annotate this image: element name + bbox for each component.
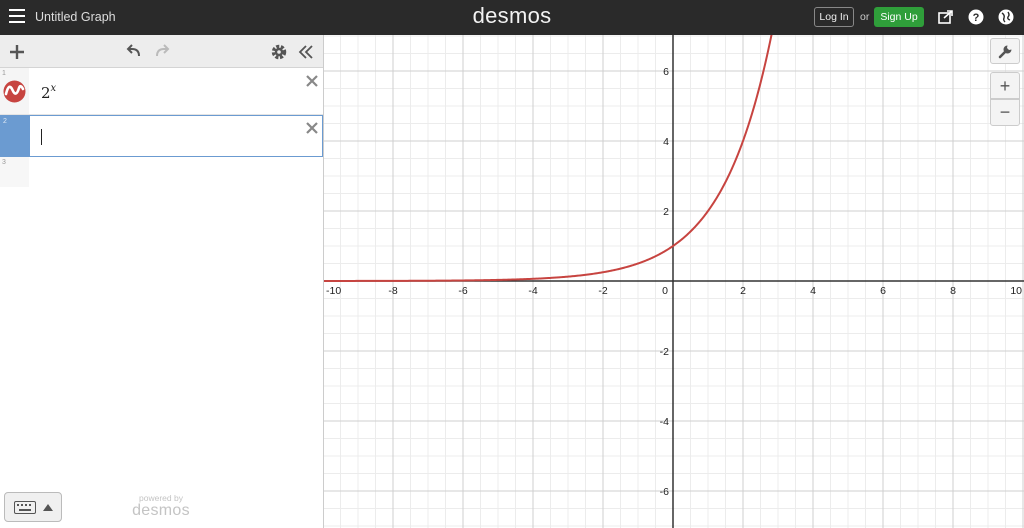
hamburger-menu-icon[interactable] <box>9 9 25 25</box>
settings-gear-icon[interactable] <box>269 42 289 62</box>
y-tick-label: -2 <box>660 346 669 358</box>
x-tick-label: 4 <box>810 285 816 297</box>
y-tick-label: -6 <box>660 486 669 498</box>
expression-input[interactable]: 2x <box>41 83 56 102</box>
y-tick-label: 2 <box>663 206 669 218</box>
zoom-out-button[interactable]: − <box>990 99 1020 126</box>
expression-exponent: x <box>50 83 57 94</box>
share-icon[interactable] <box>937 8 955 26</box>
powered-by-desmos[interactable]: powered by desmos <box>118 493 204 520</box>
x-tick-label: -2 <box>598 285 607 297</box>
expression-gutter: 1 <box>0 68 29 114</box>
keyboard-icon <box>14 501 36 514</box>
caret-up-icon <box>43 504 53 511</box>
graph-paper[interactable]: -10 -8 -6 -4 -2 0 2 4 6 8 10 6 4 2 -2 -4 -6 <box>324 35 1024 528</box>
graph-color-toggle-icon[interactable] <box>3 80 26 103</box>
top-bar: Untitled Graph desmos Log In or Sign Up … <box>0 0 1024 35</box>
add-item-icon[interactable] <box>7 42 27 62</box>
expression-row-1[interactable]: 1 2x <box>0 68 323 115</box>
wrench-icon <box>998 45 1012 59</box>
sign-up-button[interactable]: Sign Up <box>874 7 924 27</box>
expression-base: 2 <box>41 84 51 102</box>
help-icon[interactable]: ? <box>967 8 985 26</box>
redo-icon[interactable] <box>152 42 172 62</box>
x-tick-label: -6 <box>458 285 467 297</box>
y-tick-label: -4 <box>660 416 669 428</box>
expression-gutter: 2 <box>1 116 30 156</box>
graph-title[interactable]: Untitled Graph <box>35 10 116 24</box>
powered-by-logo: desmos <box>132 502 190 519</box>
text-cursor[interactable] <box>41 129 42 145</box>
expression-number: 1 <box>2 70 6 77</box>
x-tick-label: -4 <box>528 285 537 297</box>
expression-toolbar <box>0 35 323 68</box>
keyboard-toggle-button[interactable] <box>4 492 62 522</box>
expression-row-2[interactable]: 2 <box>0 115 323 157</box>
x-tick-label: 6 <box>880 285 886 297</box>
expression-row-3[interactable]: 3 <box>0 157 323 187</box>
desmos-logo: desmos <box>472 3 552 28</box>
zoom-out-icon: − <box>999 102 1011 122</box>
expression-panel: 1 2x 2 3 powered by desmos <box>0 35 324 528</box>
x-tick-label: 10 <box>1010 285 1022 297</box>
x-tick-label: 0 <box>662 285 668 297</box>
or-label: or <box>860 11 870 23</box>
svg-text:?: ? <box>973 12 980 24</box>
zoom-in-button[interactable]: + <box>990 72 1020 99</box>
collapse-panel-icon[interactable] <box>296 42 316 62</box>
undo-icon[interactable] <box>124 42 144 62</box>
expression-gutter: 3 <box>0 157 29 187</box>
expression-number: 2 <box>3 118 7 125</box>
globe-icon[interactable] <box>997 8 1015 26</box>
graph-curve[interactable] <box>324 35 775 282</box>
x-tick-label: -10 <box>326 285 341 297</box>
graph-settings-button[interactable] <box>990 38 1020 64</box>
y-tick-label: 4 <box>663 136 669 148</box>
y-tick-label: 6 <box>663 66 669 78</box>
zoom-in-icon: + <box>999 76 1011 96</box>
delete-expression-icon[interactable] <box>305 121 319 135</box>
log-in-button[interactable]: Log In <box>814 7 854 27</box>
x-tick-label: 8 <box>950 285 956 297</box>
expression-number: 3 <box>2 159 6 166</box>
delete-expression-icon[interactable] <box>305 74 319 88</box>
x-tick-label: 2 <box>740 285 746 297</box>
x-tick-label: -8 <box>388 285 397 297</box>
